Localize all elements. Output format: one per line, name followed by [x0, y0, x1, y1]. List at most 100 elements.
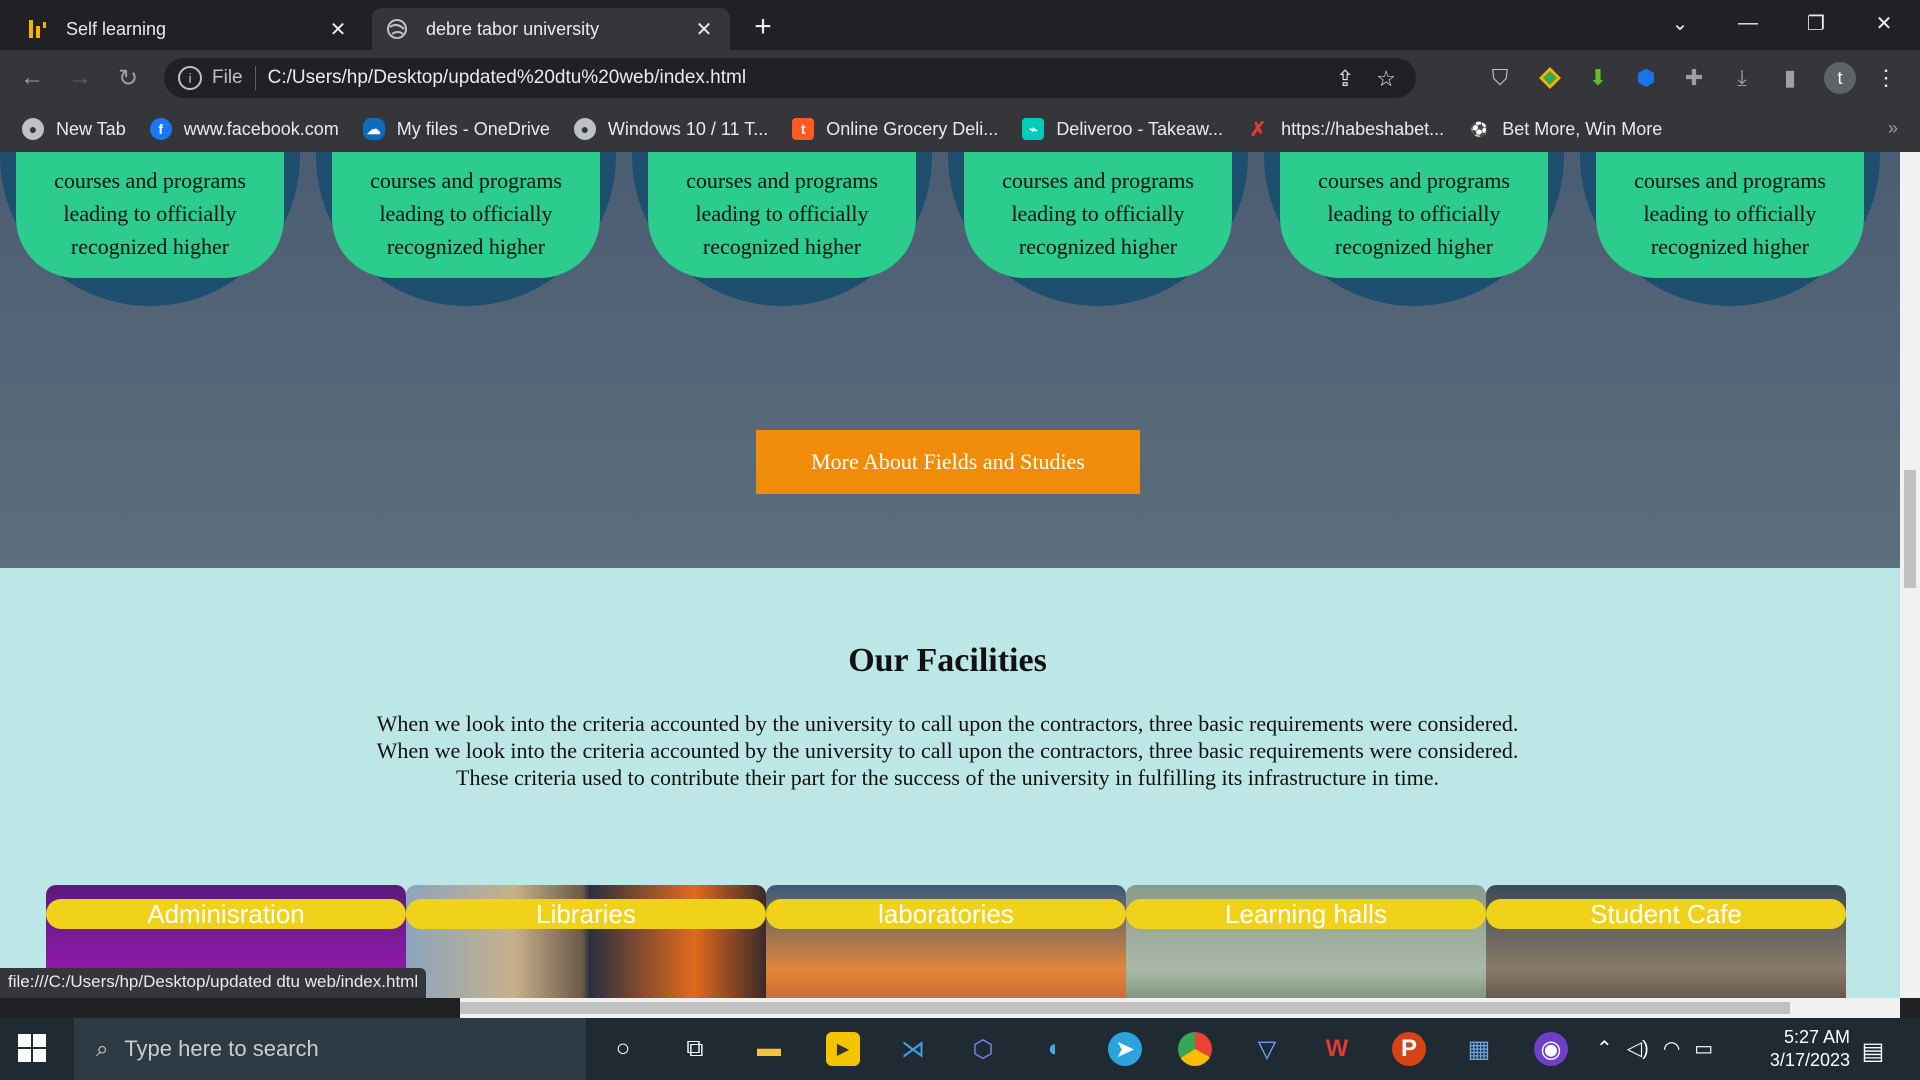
volume-icon[interactable]: ◁)	[1627, 1036, 1649, 1061]
diamond-extension-icon[interactable]	[1536, 64, 1564, 92]
vpn-app-icon[interactable]: ▽	[1250, 1032, 1284, 1066]
notification-icon[interactable]: ▤	[1856, 1034, 1890, 1068]
close-tab-icon[interactable]: ✕	[692, 17, 716, 41]
globe-icon: ●	[573, 118, 596, 140]
telegram-icon[interactable]: ➤	[1108, 1032, 1142, 1066]
facility-card-laboratories[interactable]: laboratories	[766, 885, 1126, 998]
onedrive-cloud-icon: ☁	[362, 118, 385, 140]
card-line: recognized higher	[1334, 234, 1494, 259]
tab-debre-tabor[interactable]: debre tabor university ✕	[372, 8, 730, 50]
bookmark-grocery[interactable]: t Online Grocery Deli...	[792, 118, 998, 140]
horizontal-scrollbar[interactable]	[460, 998, 1900, 1018]
facilities-title: Our Facilities	[848, 642, 1047, 679]
card-line: courses and programs	[370, 168, 562, 193]
edge-icon[interactable]: ◐	[1038, 1032, 1072, 1066]
bookmark-windows[interactable]: ● Windows 10 / 11 T...	[573, 118, 768, 140]
github-desktop-icon[interactable]: ◉	[1534, 1032, 1568, 1066]
card-line: leading to officially	[695, 201, 869, 226]
facilities-paragraph-line: These criteria used to contribute their …	[456, 765, 1439, 790]
task-view-icon[interactable]: ⧉	[678, 1032, 712, 1066]
address-url[interactable]: C:/Users/hp/Desktop/updated%20dtu%20web/…	[268, 67, 746, 89]
program-card: courses and programs leading to official…	[0, 152, 300, 306]
globe-icon: ●	[22, 118, 44, 140]
wifi-icon[interactable]: ◠	[1663, 1036, 1680, 1061]
program-card: courses and programs leading to official…	[1580, 152, 1880, 306]
program-card-text: courses and programs leading to official…	[648, 152, 916, 278]
menu-kebab-icon[interactable]: ⋮	[1872, 64, 1900, 92]
card-line: recognized higher	[702, 234, 862, 259]
address-bar[interactable]: i File C:/Users/hp/Desktop/updated%20dtu…	[164, 58, 1416, 98]
profile-avatar[interactable]: t	[1824, 62, 1856, 94]
tab-search-icon[interactable]: ⌄	[1650, 4, 1710, 42]
program-card-text: courses and programs leading to official…	[964, 152, 1232, 278]
forward-icon[interactable]: →	[66, 64, 94, 92]
bookmark-label: www.facebook.com	[183, 118, 339, 139]
restore-button[interactable]: ❐	[1786, 4, 1846, 42]
psiphon-icon[interactable]: P	[1392, 1032, 1426, 1066]
file-explorer-icon[interactable]: ▬	[752, 1032, 786, 1066]
facility-card-student-cafe[interactable]: Student Cafe	[1486, 885, 1846, 998]
facility-card-libraries[interactable]: Libraries	[406, 885, 766, 998]
more-about-fields-button[interactable]: More About Fields and Studies	[756, 430, 1140, 494]
bookmark-deliveroo[interactable]: ⌁ Deliveroo - Takeaw...	[1022, 118, 1223, 140]
clock[interactable]: 5:27 AM 3/17/2023	[1770, 1026, 1850, 1072]
card-line: recognized higher	[1018, 234, 1178, 259]
bookmark-label: Bet More, Win More	[1502, 118, 1663, 139]
extensions-puzzle-icon[interactable]: ✚	[1680, 64, 1708, 92]
reload-icon[interactable]: ↻	[114, 64, 142, 92]
card-line: leading to officially	[1011, 201, 1185, 226]
taskbar-search-box[interactable]: ⌕ Type here to search	[74, 1018, 586, 1080]
chrome-icon[interactable]	[1178, 1032, 1212, 1066]
clock-time: 5:27 AM	[1783, 1027, 1850, 1047]
card-line: courses and programs	[1634, 168, 1826, 193]
battery-icon[interactable]: ▭	[1694, 1036, 1713, 1061]
hexagon-extension-icon[interactable]: ⬢	[1632, 64, 1660, 92]
tab-self-learning[interactable]: Self learning ✕	[12, 8, 364, 50]
wps-office-icon[interactable]: W	[1320, 1032, 1354, 1066]
back-icon[interactable]: ←	[18, 64, 46, 92]
share-icon[interactable]: ⇪	[1336, 66, 1354, 92]
bookmark-habeshabet[interactable]: ✗ https://habeshabet...	[1247, 118, 1445, 141]
browser-toolbar: ← → ↻ i File C:/Users/hp/Desktop/updated…	[0, 50, 1920, 106]
bookmark-new-tab[interactable]: ● New Tab	[22, 118, 126, 140]
card-line: leading to officially	[379, 201, 553, 226]
bookmark-star-icon[interactable]: ☆	[1376, 66, 1396, 92]
card-line: recognized higher	[386, 234, 546, 259]
windows-start-icon[interactable]	[18, 1034, 46, 1062]
page-viewport: courses and programs leading to official…	[0, 152, 1900, 998]
side-panel-icon[interactable]: ▮	[1776, 64, 1804, 92]
vertical-scrollbar[interactable]	[1900, 152, 1920, 998]
minimize-button[interactable]: —	[1718, 4, 1778, 42]
facility-label: Learning halls	[1126, 899, 1486, 929]
new-tab-button[interactable]: +	[748, 10, 778, 43]
bookmark-label: New Tab	[56, 118, 126, 139]
facility-card-learning-halls[interactable]: Learning halls	[1126, 885, 1486, 998]
tab-title: debre tabor university	[426, 18, 600, 39]
close-window-button[interactable]: ✕	[1854, 4, 1914, 42]
vertical-scroll-thumb[interactable]	[1904, 470, 1916, 588]
vscode-icon[interactable]: ⋊	[896, 1032, 930, 1066]
download-arrow-extension-icon[interactable]: ⬇	[1584, 64, 1612, 92]
self-learning-favicon-icon	[26, 18, 48, 40]
globe-icon	[386, 18, 408, 40]
bookmark-label: Deliveroo - Takeaw...	[1056, 118, 1224, 139]
program-card-text: courses and programs leading to official…	[16, 152, 284, 278]
bookmark-betmore[interactable]: ⚽ Bet More, Win More	[1468, 118, 1662, 140]
cortana-icon[interactable]: ○	[606, 1032, 640, 1066]
media-player-icon[interactable]: ▶	[826, 1032, 860, 1066]
chevron-up-icon[interactable]: ⌃	[1596, 1036, 1613, 1061]
windows-taskbar: ⌕ Type here to search ○ ⧉ ▬ ▶ ⋊ ⬡ ◐ ➤ ▽ …	[0, 1018, 1920, 1080]
info-icon[interactable]: i	[178, 66, 202, 90]
shield-extension-icon[interactable]: ⛉	[1486, 64, 1514, 92]
bookmarks-overflow-icon[interactable]: »	[1888, 118, 1898, 139]
facilities-paragraph: When we look into the criteria accounted…	[0, 710, 1895, 791]
grocery-icon: t	[792, 118, 815, 140]
copilot-app-icon[interactable]: ⬡	[966, 1032, 1000, 1066]
address-scheme: File	[212, 67, 243, 88]
downloads-icon[interactable]: ⤓	[1728, 64, 1756, 92]
close-tab-icon[interactable]: ✕	[326, 17, 350, 41]
bookmark-onedrive[interactable]: ☁ My files - OneDrive	[362, 118, 550, 140]
horizontal-scroll-thumb[interactable]	[460, 1002, 1790, 1014]
bookmark-facebook[interactable]: f www.facebook.com	[149, 118, 339, 140]
calculator-icon[interactable]: ▦	[1462, 1032, 1496, 1066]
